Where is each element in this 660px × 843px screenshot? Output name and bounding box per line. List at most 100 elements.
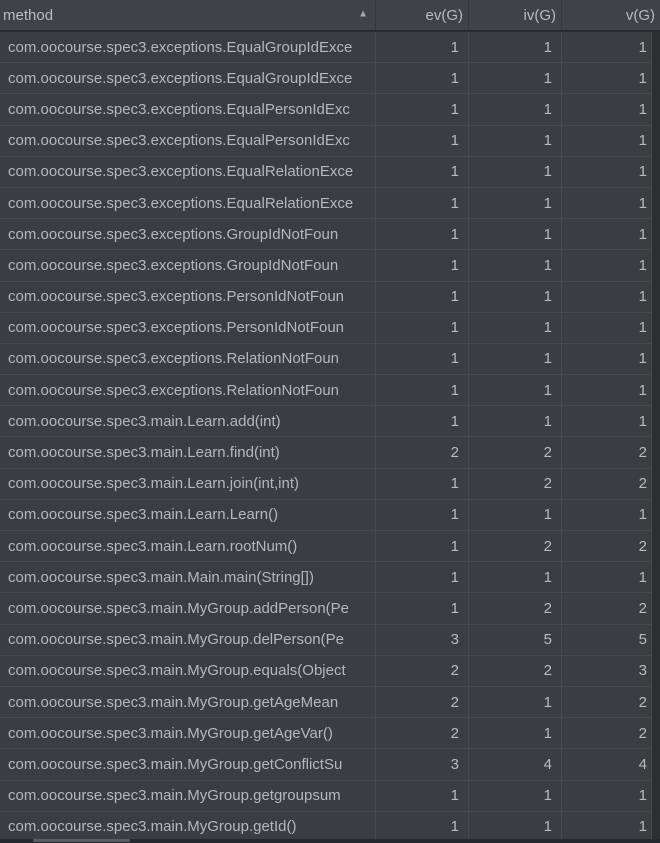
- ev-cell: 1: [375, 811, 468, 842]
- ev-cell: 1: [375, 312, 468, 343]
- method-cell: com.oocourse.spec3.exceptions.EqualRelat…: [8, 163, 354, 181]
- table-row[interactable]: com.oocourse.spec3.main.Learn.add(int) 1…: [0, 406, 651, 438]
- ev-cell: 1: [375, 187, 468, 219]
- v-cell: 1: [561, 219, 651, 250]
- iv-cell: 1: [468, 63, 561, 94]
- vertical-scrollbar-track[interactable]: [651, 32, 660, 843]
- method-cell: com.oocourse.spec3.exceptions.PersonIdNo…: [8, 288, 345, 306]
- column-header-method-label: method: [3, 6, 54, 24]
- ev-cell: 1: [375, 125, 468, 156]
- ev-cell: 1: [375, 499, 468, 530]
- table-row[interactable]: com.oocourse.spec3.exceptions.EqualPerso…: [0, 125, 651, 157]
- v-cell: 5: [561, 624, 651, 655]
- table-row[interactable]: com.oocourse.spec3.main.Learn.find(int) …: [0, 437, 651, 469]
- table-row[interactable]: com.oocourse.spec3.exceptions.EqualPerso…: [0, 94, 651, 126]
- table-row[interactable]: com.oocourse.spec3.main.MyGroup.equals(O…: [0, 655, 651, 687]
- table-row[interactable]: com.oocourse.spec3.main.Main.main(String…: [0, 562, 651, 594]
- method-cell: com.oocourse.spec3.main.MyGroup.equals(O…: [8, 662, 346, 680]
- table-row[interactable]: com.oocourse.spec3.main.MyGroup.getgroup…: [0, 780, 651, 812]
- table-row[interactable]: com.oocourse.spec3.exceptions.PersonIdNo…: [0, 281, 651, 313]
- v-cell: 1: [561, 343, 651, 375]
- ev-cell: 3: [375, 624, 468, 655]
- horizontal-scrollbar-track[interactable]: [0, 839, 660, 843]
- ev-cell: 1: [375, 780, 468, 811]
- v-cell: 3: [561, 655, 651, 686]
- method-cell: com.oocourse.spec3.main.MyGroup.getgroup…: [8, 787, 341, 805]
- ev-cell: 1: [375, 281, 468, 312]
- horizontal-scrollbar-thumb[interactable]: [33, 839, 130, 842]
- ev-cell: 1: [375, 250, 468, 281]
- method-cell: com.oocourse.spec3.main.Main.main(String…: [8, 568, 314, 586]
- table-row[interactable]: com.oocourse.spec3.main.MyGroup.getConfl…: [0, 749, 651, 781]
- method-cell: com.oocourse.spec3.main.Learn.find(int): [8, 444, 280, 462]
- table-row[interactable]: com.oocourse.spec3.main.MyGroup.getAgeMe…: [0, 686, 651, 719]
- iv-cell: 1: [468, 156, 561, 187]
- table-row[interactable]: com.oocourse.spec3.exceptions.RelationNo…: [0, 375, 651, 407]
- iv-cell: 1: [468, 187, 561, 219]
- ev-cell: 1: [375, 32, 468, 63]
- v-cell: 1: [561, 250, 651, 281]
- v-cell: 2: [561, 686, 651, 718]
- table-row[interactable]: com.oocourse.spec3.exceptions.GroupIdNot…: [0, 250, 651, 282]
- column-header-v-label: v(G): [625, 6, 655, 24]
- method-cell: com.oocourse.spec3.main.MyGroup.getConfl…: [8, 755, 343, 773]
- method-cell: com.oocourse.spec3.exceptions.EqualPerso…: [8, 100, 350, 118]
- method-cell: com.oocourse.spec3.main.Learn.join(int,i…: [8, 475, 299, 493]
- method-cell: com.oocourse.spec3.main.Learn.Learn(): [8, 506, 279, 524]
- table-row[interactable]: com.oocourse.spec3.main.MyGroup.delPerso…: [0, 624, 651, 656]
- iv-cell: 2: [468, 531, 561, 562]
- method-cell: com.oocourse.spec3.main.MyGroup.getAgeVa…: [8, 724, 333, 742]
- v-cell: 1: [561, 375, 651, 406]
- method-cell: com.oocourse.spec3.main.MyGroup.addPerso…: [8, 599, 350, 617]
- ev-cell: 2: [375, 437, 468, 468]
- method-cell: com.oocourse.spec3.exceptions.RelationNo…: [8, 381, 340, 399]
- table-row[interactable]: com.oocourse.spec3.main.MyGroup.getAgeVa…: [0, 718, 651, 750]
- iv-cell: 2: [468, 655, 561, 686]
- v-cell: 1: [561, 125, 651, 156]
- table-row[interactable]: com.oocourse.spec3.exceptions.EqualGroup…: [0, 32, 651, 64]
- column-header-ev[interactable]: ev(G): [375, 0, 468, 30]
- table-row[interactable]: com.oocourse.spec3.exceptions.EqualGroup…: [0, 63, 651, 95]
- ev-cell: 1: [375, 94, 468, 125]
- iv-cell: 1: [468, 281, 561, 312]
- table-row[interactable]: com.oocourse.spec3.main.Learn.join(int,i…: [0, 468, 651, 500]
- column-header-iv[interactable]: iv(G): [468, 0, 561, 30]
- v-cell: 1: [561, 156, 651, 187]
- iv-cell: 1: [468, 562, 561, 593]
- iv-cell: 2: [468, 437, 561, 468]
- v-cell: 1: [561, 499, 651, 530]
- iv-cell: 1: [468, 250, 561, 281]
- ev-cell: 1: [375, 63, 468, 94]
- v-cell: 1: [561, 780, 651, 811]
- ev-cell: 1: [375, 593, 468, 624]
- method-cell: com.oocourse.spec3.main.Learn.add(int): [8, 412, 281, 430]
- ev-cell: 1: [375, 343, 468, 375]
- v-cell: 1: [561, 63, 651, 94]
- iv-cell: 1: [468, 718, 561, 749]
- iv-cell: 1: [468, 780, 561, 811]
- column-header-v[interactable]: v(G): [561, 0, 660, 30]
- iv-cell: 1: [468, 94, 561, 125]
- table-row[interactable]: com.oocourse.spec3.exceptions.GroupIdNot…: [0, 219, 651, 251]
- table-row[interactable]: com.oocourse.spec3.main.MyGroup.addPerso…: [0, 593, 651, 625]
- table-row[interactable]: com.oocourse.spec3.main.Learn.Learn() 1 …: [0, 499, 651, 531]
- ev-cell: 1: [375, 531, 468, 562]
- table-row[interactable]: com.oocourse.spec3.exceptions.RelationNo…: [0, 343, 651, 376]
- table-row[interactable]: com.oocourse.spec3.main.Learn.rootNum() …: [0, 531, 651, 563]
- iv-cell: 1: [468, 499, 561, 530]
- v-cell: 2: [561, 593, 651, 624]
- method-cell: com.oocourse.spec3.exceptions.EqualGroup…: [8, 69, 353, 87]
- method-cell: com.oocourse.spec3.exceptions.PersonIdNo…: [8, 319, 345, 337]
- method-cell: com.oocourse.spec3.main.MyGroup.getId(): [8, 818, 297, 836]
- iv-cell: 1: [468, 343, 561, 375]
- table-row[interactable]: com.oocourse.spec3.exceptions.EqualRelat…: [0, 156, 651, 188]
- v-cell: 1: [561, 281, 651, 312]
- table-row[interactable]: com.oocourse.spec3.exceptions.PersonIdNo…: [0, 312, 651, 344]
- method-cell: com.oocourse.spec3.exceptions.RelationNo…: [8, 350, 340, 368]
- iv-cell: 2: [468, 593, 561, 624]
- iv-cell: 1: [468, 312, 561, 343]
- column-header-method[interactable]: method ▲: [0, 0, 375, 30]
- table-row[interactable]: com.oocourse.spec3.exceptions.EqualRelat…: [0, 187, 651, 220]
- method-cell: com.oocourse.spec3.exceptions.EqualRelat…: [8, 194, 354, 212]
- v-cell: 1: [561, 32, 651, 63]
